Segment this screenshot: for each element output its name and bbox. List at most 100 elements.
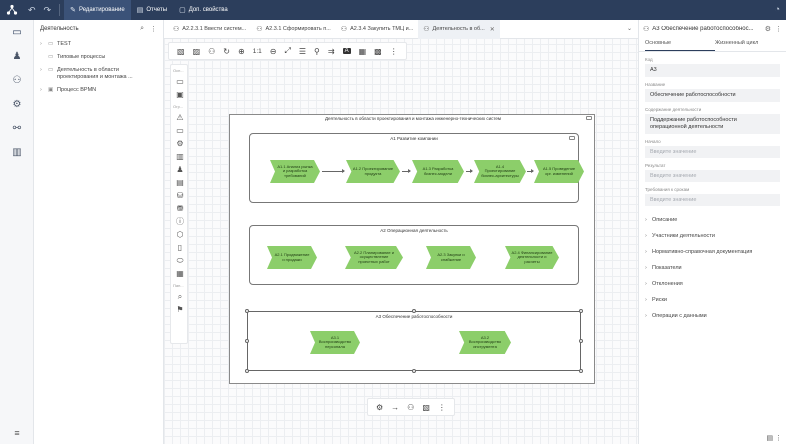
list-icon[interactable]: ☰: [299, 47, 306, 56]
section-indicators[interactable]: › Показатели: [639, 260, 786, 276]
style-icon[interactable]: ⚙: [376, 403, 383, 412]
group-a3[interactable]: А3 Обеспечение работоспособности А3.1 Во…: [245, 309, 583, 373]
shape-server-icon[interactable]: ▦: [171, 267, 189, 280]
content-input[interactable]: Поддержание работоспособности операционн…: [645, 114, 780, 134]
connector-icon[interactable]: ⇉: [328, 47, 335, 56]
user-icon[interactable]: ◔: [775, 4, 780, 14]
process-step[interactable]: А3.2 Воспроизводство инструмента: [459, 331, 511, 354]
chevron-down-icon[interactable]: ⌄: [627, 25, 632, 32]
tab-a231[interactable]: ⚇ А2.3.1 Сформировать п...: [251, 20, 336, 39]
section-participants[interactable]: › Участники деятельности: [639, 228, 786, 244]
mode-edit-button[interactable]: ✎ Редактирование: [64, 0, 131, 20]
shape-people-icon[interactable]: ♟: [171, 163, 189, 176]
rail-hierarchy-icon[interactable]: ⚇: [0, 68, 34, 92]
mode-reports-button[interactable]: ▤ Отчеты: [131, 0, 173, 20]
close-icon[interactable]: ✕: [490, 26, 495, 33]
section-data-operations[interactable]: › Операции с данными: [639, 308, 786, 324]
hierarchy-layout-icon[interactable]: ⚇: [208, 47, 215, 56]
chevron-right-icon[interactable]: ›: [40, 67, 48, 74]
arrow-right-icon[interactable]: →: [391, 403, 399, 412]
section-documentation[interactable]: › Нормативно-справочная документация: [639, 244, 786, 260]
zoom-out-icon[interactable]: ⊖: [270, 47, 277, 56]
shape-search-icon[interactable]: ⌕: [171, 290, 189, 303]
settings-icon[interactable]: ⚙: [765, 25, 771, 33]
process-step[interactable]: А1.2 Проектирование продукта: [346, 160, 400, 183]
process-step[interactable]: А1.3 Разработка бизнес-модели: [412, 160, 464, 183]
start-input[interactable]: Введите значение: [645, 146, 780, 158]
group-a2[interactable]: А2 Операционная деятельность А2.1 Продви…: [249, 225, 579, 285]
resize-handle[interactable]: [579, 339, 583, 343]
more-icon[interactable]: ⋮: [438, 403, 446, 412]
shape-db-icon[interactable]: ⛁: [171, 189, 189, 202]
flow-icon[interactable]: ⚲: [314, 47, 320, 56]
shape-warning-icon[interactable]: ⚠: [171, 111, 189, 124]
rail-settings-icon[interactable]: ⚙: [0, 92, 34, 116]
tab-main[interactable]: Основные: [645, 38, 715, 51]
expand-icon[interactable]: [586, 116, 592, 120]
text-format-icon[interactable]: A: [342, 48, 351, 54]
more-icon[interactable]: ⋮: [390, 47, 398, 56]
name-input[interactable]: Обеспечение работоспособности: [645, 89, 780, 102]
shape-flag-icon[interactable]: ⚑: [171, 303, 189, 316]
rail-chart-icon[interactable]: ▥: [0, 140, 34, 164]
resize-handle[interactable]: [245, 339, 249, 343]
app-logo-icon[interactable]: [0, 0, 24, 20]
resize-handle[interactable]: [412, 309, 416, 313]
redo-icon[interactable]: ↷: [44, 5, 52, 16]
tab-activity[interactable]: ⚇ Деятельность в об... ✕: [418, 19, 500, 39]
shape-cylinder-icon[interactable]: ⬭: [171, 254, 189, 267]
undo-icon[interactable]: ↶: [28, 5, 36, 16]
shape-cube-icon[interactable]: ⬡: [171, 228, 189, 241]
resize-handle[interactable]: [579, 369, 583, 373]
process-step[interactable]: А1.4 Проектирование бизнес-архитектуры: [474, 160, 526, 183]
shape-box-icon[interactable]: ▭: [171, 124, 189, 137]
resize-handle[interactable]: [245, 369, 249, 373]
rail-people-icon[interactable]: ♟: [0, 44, 34, 68]
zoom-in-icon[interactable]: ⊕: [238, 47, 245, 56]
tree-item[interactable]: ▭ Типовые процессы: [34, 51, 163, 64]
more-icon[interactable]: ⋮: [150, 25, 157, 33]
result-input[interactable]: Введите значение: [645, 170, 780, 182]
image-export-icon[interactable]: ▧: [177, 47, 185, 56]
expand-icon[interactable]: [569, 136, 575, 140]
process-step[interactable]: А2.2 Планирование и осуществление проект…: [345, 246, 403, 269]
process-step[interactable]: А1.1 Анализ рынка и разработка требовани…: [270, 160, 320, 183]
hierarchy-icon[interactable]: ⚇: [407, 403, 414, 412]
section-description[interactable]: › Описание: [639, 212, 786, 228]
export-pdf-icon[interactable]: ▦: [359, 47, 367, 56]
resize-handle[interactable]: [245, 309, 249, 313]
more-icon[interactable]: ⋮: [775, 25, 782, 33]
search-icon[interactable]: ⌕: [140, 25, 144, 33]
shape-doc-icon[interactable]: ▤: [171, 176, 189, 189]
activity-diagram[interactable]: Деятельность в области проектирования и …: [229, 114, 595, 384]
chevron-right-icon[interactable]: ›: [40, 41, 48, 48]
refresh-icon[interactable]: ↻: [223, 47, 230, 56]
save-image-icon[interactable]: ▨: [193, 47, 201, 56]
process-step[interactable]: А2.3 Закупки и снабжение: [426, 246, 476, 269]
chevron-right-icon[interactable]: ›: [40, 87, 48, 94]
export-png-icon[interactable]: ▩: [374, 47, 382, 56]
process-step[interactable]: А1.5 Проведение орг. изменений: [534, 160, 584, 183]
shape-info-icon[interactable]: ⓘ: [171, 215, 189, 228]
process-step[interactable]: А2.1 Продвижение и продажи: [267, 246, 317, 269]
section-risks[interactable]: › Риски: [639, 292, 786, 308]
resize-handle[interactable]: [579, 309, 583, 313]
process-step[interactable]: А3.1 Воспроизводство персонала: [310, 331, 360, 354]
menu-icon[interactable]: ≡: [0, 428, 34, 438]
image-icon[interactable]: ▧: [422, 403, 430, 412]
shape-rect-icon[interactable]: ▭: [171, 75, 189, 88]
deadlines-input[interactable]: Введите значение: [645, 194, 780, 206]
tree-item[interactable]: › ▭ TEST: [34, 38, 163, 51]
tab-a234[interactable]: ⚇ А2.3.4 Закупить ТМЦ и...: [336, 20, 418, 39]
shape-file-icon[interactable]: ▯: [171, 241, 189, 254]
tree-item[interactable]: › ▣ Процесс BPMN: [34, 84, 163, 97]
tab-lifecycle[interactable]: Жизненный цикл: [715, 38, 758, 51]
panel-footer-icons[interactable]: ▤ ⋮: [766, 434, 782, 442]
shape-gear-icon[interactable]: ⚙: [171, 137, 189, 150]
shape-storage-icon[interactable]: ⛃: [171, 202, 189, 215]
fit-screen-icon[interactable]: ⤢: [284, 46, 290, 56]
section-deviations[interactable]: › Отклонения: [639, 276, 786, 292]
code-input[interactable]: А3: [645, 64, 780, 77]
group-a1[interactable]: А1 Развитие компании А1.1 Анализ рынка и…: [249, 133, 584, 203]
rail-activity-icon[interactable]: ▭: [0, 20, 34, 44]
